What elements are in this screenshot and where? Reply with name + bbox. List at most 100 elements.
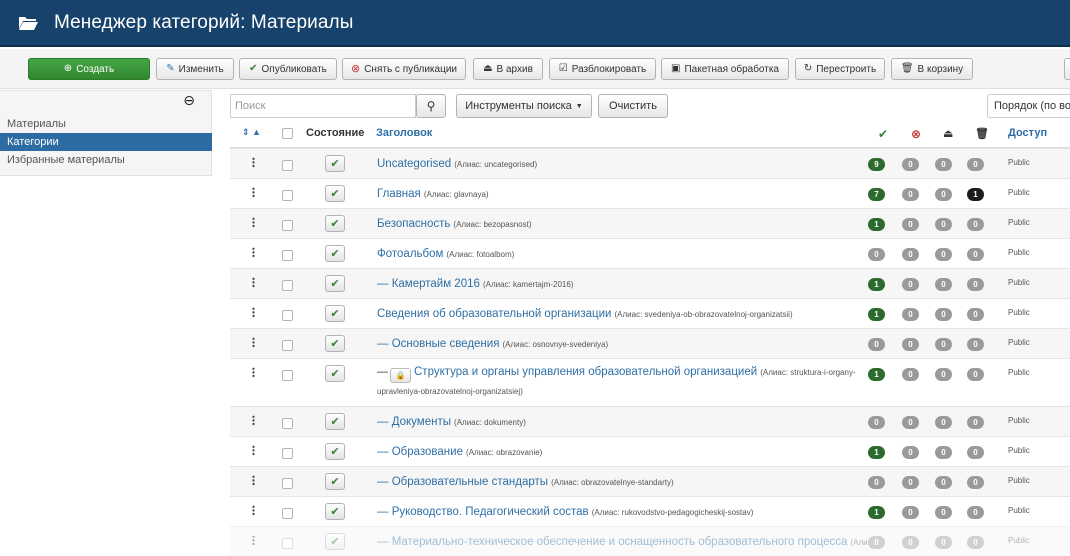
trashed-column-icon[interactable]: 🗑 — [975, 127, 989, 140]
published-count-badge[interactable]: 1 — [868, 368, 885, 381]
category-title-link[interactable]: — Камертайм 2016 — [377, 278, 480, 290]
sidebar-item-articles[interactable]: Материалы — [0, 115, 212, 133]
archived-count-badge[interactable]: 0 — [935, 416, 952, 429]
unpublished-count-badge[interactable]: 0 — [902, 278, 919, 291]
drag-handle-icon[interactable] — [252, 277, 255, 288]
row-checkbox[interactable] — [282, 418, 293, 429]
trashed-count-badge[interactable]: 0 — [967, 158, 984, 171]
published-count-badge[interactable]: 7 — [868, 188, 885, 201]
published-state-button[interactable]: ✔ — [325, 305, 345, 322]
published-state-button[interactable]: ✔ — [325, 443, 345, 460]
row-checkbox[interactable] — [282, 340, 293, 351]
unpublished-count-badge[interactable]: 0 — [902, 248, 919, 261]
published-state-button[interactable]: ✔ — [325, 413, 345, 430]
archived-count-badge[interactable]: 0 — [935, 338, 952, 351]
row-checkbox[interactable] — [282, 538, 293, 549]
archived-count-badge[interactable]: 0 — [935, 536, 952, 549]
published-column-icon[interactable]: ✔ — [878, 127, 888, 141]
drag-handle-icon[interactable] — [252, 157, 255, 168]
published-count-badge[interactable]: 0 — [868, 248, 885, 261]
archived-count-badge[interactable]: 0 — [935, 158, 952, 171]
drag-handle-icon[interactable] — [252, 445, 255, 456]
archived-count-badge[interactable]: 0 — [935, 446, 952, 459]
sidebar-item-categories[interactable]: Категории — [0, 133, 212, 151]
trashed-count-badge[interactable]: 0 — [967, 476, 984, 489]
published-state-button[interactable]: ✔ — [325, 533, 345, 550]
archive-button[interactable]: ⏏ В архив — [473, 58, 543, 80]
archived-count-badge[interactable]: 0 — [935, 506, 952, 519]
search-button[interactable]: ⚲ — [416, 94, 446, 118]
unpublished-count-badge[interactable]: 0 — [902, 476, 919, 489]
row-checkbox[interactable] — [282, 160, 293, 171]
drag-handle-icon[interactable] — [252, 505, 255, 516]
published-count-badge[interactable]: 9 — [868, 158, 885, 171]
trashed-count-badge[interactable]: 0 — [967, 278, 984, 291]
sort-order-icon[interactable]: ⇕ ▲ — [242, 127, 261, 138]
published-count-badge[interactable]: 1 — [868, 218, 885, 231]
archived-count-badge[interactable]: 0 — [935, 278, 952, 291]
unpublished-count-badge[interactable]: 0 — [902, 506, 919, 519]
drag-handle-icon[interactable] — [252, 247, 255, 258]
category-title-link[interactable]: Uncategorised — [377, 158, 451, 170]
archived-count-badge[interactable]: 0 — [935, 476, 952, 489]
trashed-count-badge[interactable]: 0 — [967, 368, 984, 381]
category-title-link[interactable]: — Руководство. Педагогический состав — [377, 506, 589, 518]
trashed-count-badge[interactable]: 0 — [967, 218, 984, 231]
archived-count-badge[interactable]: 0 — [935, 368, 952, 381]
published-state-button[interactable]: ✔ — [325, 155, 345, 172]
collapse-sidebar-icon[interactable]: ⊖ — [183, 92, 195, 109]
published-state-button[interactable]: ✔ — [325, 275, 345, 292]
row-checkbox[interactable] — [282, 190, 293, 201]
drag-handle-icon[interactable] — [252, 337, 255, 348]
archived-column-icon[interactable]: ⏏ — [943, 127, 953, 140]
trashed-count-badge[interactable]: 0 — [967, 308, 984, 321]
checkin-button[interactable]: ☑ Разблокировать — [549, 58, 656, 80]
trashed-count-badge[interactable]: 0 — [967, 248, 984, 261]
category-title-link[interactable]: Главная — [377, 188, 421, 200]
unpublished-count-badge[interactable]: 0 — [902, 338, 919, 351]
state-column-header[interactable]: Состояние — [306, 127, 364, 139]
row-checkbox[interactable] — [282, 448, 293, 459]
drag-handle-icon[interactable] — [252, 307, 255, 318]
category-title-link[interactable]: Сведения об образовательной организации — [377, 308, 611, 320]
published-count-badge[interactable]: 1 — [868, 308, 885, 321]
category-title-link[interactable]: — Образование — [377, 446, 463, 458]
publish-button[interactable]: ✔ Опубликовать — [239, 58, 337, 80]
published-count-badge[interactable]: 0 — [868, 476, 885, 489]
rebuild-button[interactable]: ↻ Перестроить — [795, 58, 885, 80]
batch-button[interactable]: ▣ Пакетная обработка — [661, 58, 789, 80]
published-count-badge[interactable]: 1 — [868, 446, 885, 459]
category-title-link[interactable]: — Образовательные стандарты — [377, 476, 548, 488]
drag-handle-icon[interactable] — [252, 187, 255, 198]
unpublished-count-badge[interactable]: 0 — [902, 188, 919, 201]
published-state-button[interactable]: ✔ — [325, 335, 345, 352]
edit-button[interactable]: ✎ Изменить — [156, 58, 234, 80]
drag-handle-icon[interactable] — [252, 475, 255, 486]
trashed-count-badge[interactable]: 0 — [967, 506, 984, 519]
unpublished-count-badge[interactable]: 0 — [902, 536, 919, 549]
drag-handle-icon[interactable] — [252, 415, 255, 426]
unpublished-count-badge[interactable]: 0 — [902, 368, 919, 381]
published-state-button[interactable]: ✔ — [325, 365, 345, 382]
published-count-badge[interactable]: 0 — [868, 416, 885, 429]
drag-handle-icon[interactable] — [252, 217, 255, 228]
archived-count-badge[interactable]: 0 — [935, 188, 952, 201]
trashed-count-badge[interactable]: 0 — [967, 416, 984, 429]
archived-count-badge[interactable]: 0 — [935, 248, 952, 261]
published-count-badge[interactable]: 1 — [868, 278, 885, 291]
archived-count-badge[interactable]: 0 — [935, 308, 952, 321]
order-select[interactable]: Порядок (по во — [987, 94, 1070, 118]
row-checkbox[interactable] — [282, 280, 293, 291]
trashed-count-badge[interactable]: 0 — [967, 536, 984, 549]
access-column-header[interactable]: Доступ — [1008, 127, 1047, 139]
unpublished-count-badge[interactable]: 0 — [902, 218, 919, 231]
search-tools-button[interactable]: Инструменты поиска ▼ — [456, 94, 592, 118]
category-title-link[interactable]: Структура и органы управления образовате… — [414, 366, 757, 378]
row-checkbox[interactable] — [282, 478, 293, 489]
category-title-link[interactable]: — Материально-техническое обеспечение и … — [377, 536, 847, 548]
category-title-link[interactable]: Фотоальбом — [377, 248, 443, 260]
category-title-link[interactable]: — Документы — [377, 416, 451, 428]
lock-icon[interactable]: 🔒 — [390, 368, 411, 383]
clear-button[interactable]: Очистить — [598, 94, 668, 118]
unpublished-count-badge[interactable]: 0 — [902, 158, 919, 171]
